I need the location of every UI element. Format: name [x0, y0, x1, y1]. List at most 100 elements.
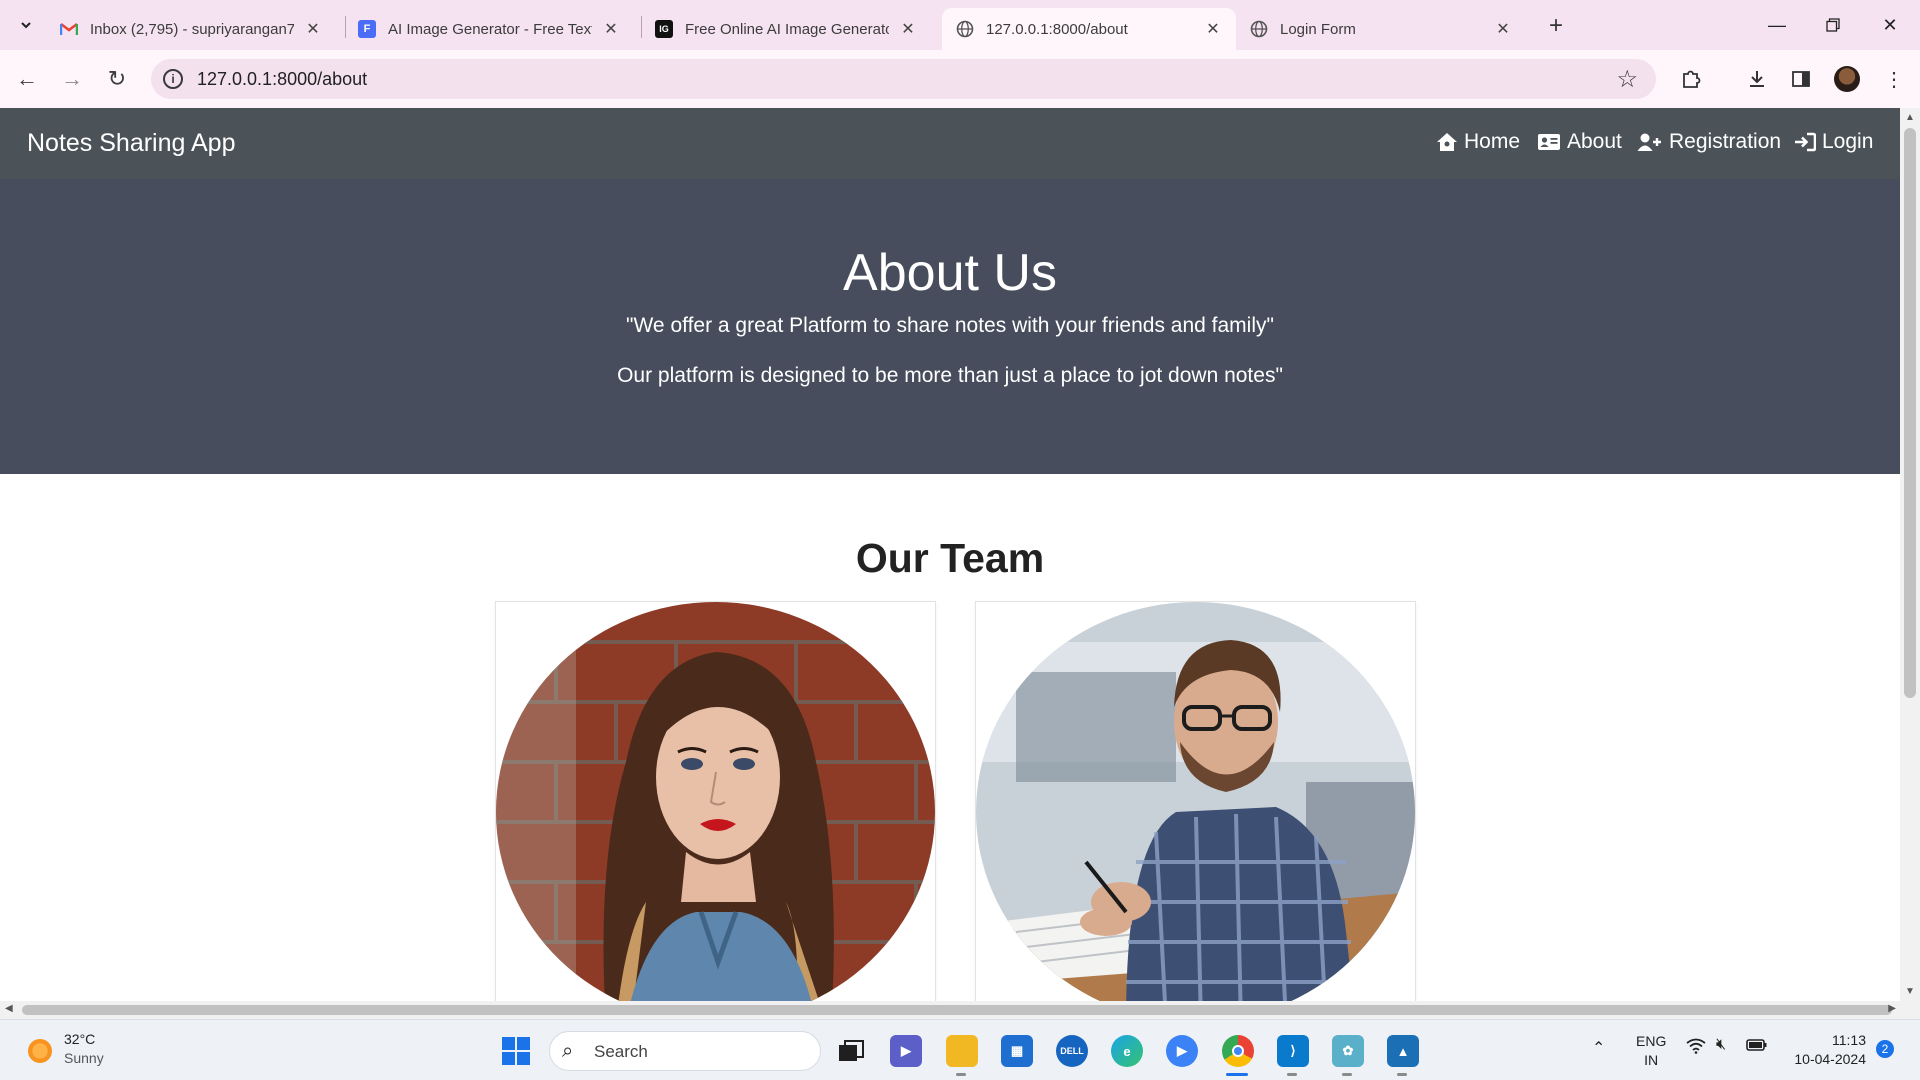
nav-about-label: About [1567, 130, 1622, 153]
file-explorer-app[interactable] [946, 1035, 978, 1067]
tab-search-button[interactable] [11, 10, 41, 40]
close-icon[interactable]: ✕ [899, 19, 917, 39]
chrome-app[interactable] [1222, 1035, 1254, 1067]
notification-badge[interactable]: 2 [1876, 1040, 1894, 1058]
user-plus-icon [1637, 133, 1661, 151]
nav-about-link[interactable]: About [1537, 130, 1622, 154]
about-hero: About Us "We offer a great Platform to s… [0, 179, 1900, 474]
downloads-button[interactable] [1740, 62, 1774, 96]
new-tab-button[interactable]: + [1541, 11, 1571, 41]
browser-tab-gmail[interactable]: Inbox (2,795) - supriyarangan71 ✕ [46, 8, 336, 50]
globe-icon [1250, 20, 1268, 38]
scroll-down-icon[interactable]: ▼ [1905, 986, 1915, 997]
team-section-title: Our Team [855, 535, 1045, 581]
vertical-scrollbar[interactable]: ▲ ▼ [1900, 108, 1920, 1001]
task-view-button[interactable] [835, 1035, 867, 1067]
battery-icon[interactable] [1746, 1038, 1768, 1055]
horizontal-scrollbar[interactable]: ◀ ▶ [0, 1001, 1920, 1019]
app-running-indicator [1287, 1073, 1297, 1076]
close-window-button[interactable]: ✕ [1870, 8, 1910, 42]
vertical-scroll-thumb[interactable] [1904, 128, 1916, 698]
info-icon[interactable]: i [163, 69, 183, 89]
nav-registration-link[interactable]: Registration [1637, 130, 1781, 154]
man-writing-portrait-image [976, 602, 1415, 1001]
region-code: IN [1644, 1052, 1659, 1068]
nav-home-link[interactable]: Home [1436, 130, 1520, 154]
url-text: 127.0.0.1:8000/about [197, 69, 368, 89]
scroll-right-icon[interactable]: ▶ [1888, 1003, 1896, 1014]
browser-tab-about[interactable]: 127.0.0.1:8000/about ✕ [942, 8, 1236, 50]
taskbar-search-label: Search [594, 1042, 648, 1061]
tab-title: AI Image Generator - Free Text [388, 20, 592, 38]
back-button[interactable]: ← [10, 62, 44, 96]
store-icon: ▦ [1010, 1043, 1024, 1058]
profile-avatar[interactable] [1834, 66, 1860, 92]
app-active-indicator [1226, 1073, 1248, 1076]
minimize-icon: — [1768, 14, 1786, 35]
browser-tab-login-form[interactable]: Login Form ✕ [1236, 8, 1526, 50]
scroll-left-icon[interactable]: ◀ [5, 1003, 13, 1014]
edge-icon: e [1123, 1043, 1131, 1059]
forward-button[interactable]: → [55, 62, 89, 96]
gmail-icon [60, 20, 78, 38]
tab-title: Inbox (2,795) - supriyarangan71 [90, 20, 294, 38]
chevron-down-icon [21, 22, 31, 29]
side-panel-button[interactable] [1784, 62, 1818, 96]
restore-button[interactable] [1813, 8, 1853, 42]
nav-login-label: Login [1822, 130, 1874, 153]
sign-in-icon [1795, 132, 1816, 152]
close-icon[interactable]: ✕ [1204, 19, 1222, 39]
extensions-button[interactable] [1674, 62, 1708, 96]
language-indicator[interactable]: ENG IN [1636, 1032, 1666, 1070]
paint-app[interactable]: ✿ [1332, 1035, 1364, 1067]
weather-condition: Sunny [64, 1050, 104, 1066]
site-brand[interactable]: Notes Sharing App [27, 129, 235, 158]
volume-muted-icon[interactable]: 🔇︎ [1716, 1036, 1726, 1054]
chevron-up-icon[interactable]: ⌃ [1592, 1038, 1605, 1058]
scroll-up-icon[interactable]: ▲ [1905, 112, 1915, 123]
star-icon[interactable]: ☆ [1616, 65, 1638, 94]
language-code: ENG [1636, 1033, 1667, 1049]
vscode-app[interactable]: ⟩ [1277, 1035, 1309, 1067]
team-member-photo [976, 602, 1415, 1001]
app-running-indicator [1397, 1073, 1407, 1076]
woman-portrait-image [496, 602, 935, 1001]
team-member-photo [496, 602, 935, 1001]
taskbar-search[interactable]: ⌕ Search [549, 1031, 821, 1071]
photos-app[interactable]: ▲ [1387, 1035, 1419, 1067]
edge-app[interactable]: e [1111, 1035, 1143, 1067]
close-icon[interactable]: ✕ [1494, 19, 1512, 39]
media-player-app[interactable]: ▶ [1166, 1035, 1198, 1067]
browser-menu-button[interactable]: ⋮ [1877, 62, 1911, 96]
arrow-right-icon: → [61, 66, 83, 91]
close-icon[interactable]: ✕ [304, 19, 322, 39]
browser-tab-ai-image[interactable]: F AI Image Generator - Free Text ✕ [344, 8, 634, 50]
close-icon[interactable]: ✕ [602, 19, 620, 39]
dell-app[interactable]: DELL [1056, 1035, 1088, 1067]
arrow-left-icon: ← [16, 66, 38, 91]
side-panel-icon [1792, 71, 1810, 87]
teams-app[interactable]: ▶ [890, 1035, 922, 1067]
sun-icon[interactable] [28, 1039, 52, 1063]
hero-description: Our platform is designed to be more than… [617, 364, 1283, 387]
reload-button[interactable]: ↻ [100, 62, 134, 96]
tab-title: Free Online AI Image Generator [685, 20, 889, 38]
puzzle-icon [1683, 70, 1701, 88]
ms-store-app[interactable]: ▦ [1001, 1035, 1033, 1067]
dell-icon: DELL [1060, 1046, 1084, 1056]
horizontal-scroll-thumb[interactable] [22, 1005, 1892, 1015]
address-bar[interactable]: i 127.0.0.1:8000/about ☆ [151, 59, 1656, 99]
nav-login-link[interactable]: Login [1794, 130, 1873, 154]
browser-tab-free-online[interactable]: IG Free Online AI Image Generator ✕ [641, 8, 931, 50]
system-clock[interactable]: 11:13 10-04-2024 [1786, 1031, 1866, 1069]
address-card-icon [1538, 134, 1560, 150]
minimize-button[interactable]: — [1757, 8, 1797, 42]
start-button[interactable] [502, 1037, 530, 1065]
windows-logo-icon [502, 1037, 515, 1050]
weather-widget[interactable]: 32°C Sunny [64, 1030, 104, 1068]
home-icon [1437, 133, 1457, 151]
team-member-card [975, 601, 1416, 1001]
download-icon [1750, 71, 1764, 87]
site-navbar: Notes Sharing App Home About Registratio… [0, 108, 1900, 179]
wifi-icon[interactable] [1686, 1038, 1706, 1059]
